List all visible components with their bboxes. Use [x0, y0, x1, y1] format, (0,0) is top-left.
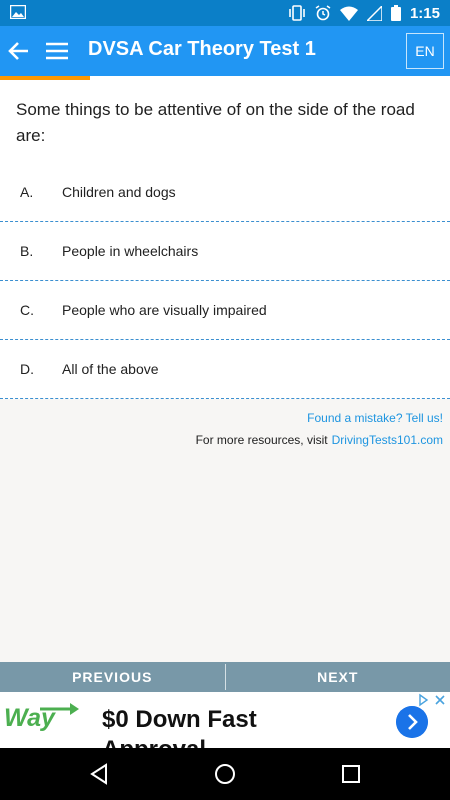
home-circle-icon[interactable] [213, 762, 237, 786]
ad-headline-continued: Approval [102, 736, 206, 748]
answer-option-a[interactable]: A. Children and dogs [0, 163, 450, 222]
option-letter: D. [20, 361, 34, 377]
adchoices-icon[interactable] [416, 693, 448, 707]
app-bar: DVSA Car Theory Test 1 EN [0, 26, 450, 76]
battery-icon [390, 5, 401, 21]
option-text: All of the above [62, 361, 159, 377]
question-navigation: PREVIOUS NEXT [0, 662, 450, 692]
answer-option-c[interactable]: C. People who are visually impaired [0, 281, 450, 340]
back-triangle-icon[interactable] [87, 762, 111, 786]
answer-option-d[interactable]: D. All of the above [0, 340, 450, 399]
option-letter: B. [20, 243, 34, 259]
question-panel: Some things to be attentive of on the si… [0, 80, 450, 662]
alarm-icon [315, 5, 331, 21]
image-notification-icon [10, 5, 26, 19]
ad-open-chevron-icon[interactable] [396, 706, 428, 738]
page-title: DVSA Car Theory Test 1 [88, 38, 316, 60]
hamburger-menu-icon[interactable] [44, 38, 70, 64]
resources-line: For more resources, visit DrivingTests101… [0, 432, 443, 448]
option-text: People who are visually impaired [62, 302, 267, 318]
resources-prefix: For more resources, visit [195, 433, 328, 447]
system-navigation-bar [0, 748, 450, 800]
ad-banner[interactable]: Way $0 Down Fast Approval [0, 692, 450, 748]
footer-links: Found a mistake? Tell us! For more resou… [0, 399, 450, 448]
question-text: Some things to be attentive of on the si… [0, 80, 450, 163]
ad-brand-arrow-icon [40, 703, 79, 715]
clock-time: 1:15 [409, 4, 440, 22]
answer-options: A. Children and dogs B. People in wheelc… [0, 163, 450, 399]
status-bar: 1:15 [0, 0, 450, 26]
option-text: People in wheelchairs [62, 243, 199, 259]
option-letter: A. [20, 184, 34, 200]
next-button[interactable]: NEXT [226, 662, 450, 692]
back-arrow-icon[interactable] [6, 38, 32, 64]
option-letter: C. [20, 302, 34, 318]
option-text: Children and dogs [62, 184, 176, 200]
resources-link[interactable]: DrivingTests101.com [332, 433, 443, 447]
report-mistake-link[interactable]: Found a mistake? Tell us! [0, 410, 443, 426]
ad-headline: $0 Down Fast [102, 706, 257, 733]
wifi-icon [339, 6, 358, 21]
recents-square-icon[interactable] [339, 762, 363, 786]
answer-option-b[interactable]: B. People in wheelchairs [0, 222, 450, 281]
language-button[interactable]: EN [406, 33, 444, 69]
previous-button[interactable]: PREVIOUS [0, 662, 225, 692]
signal-icon [366, 5, 382, 21]
vibrate-icon [289, 5, 305, 21]
